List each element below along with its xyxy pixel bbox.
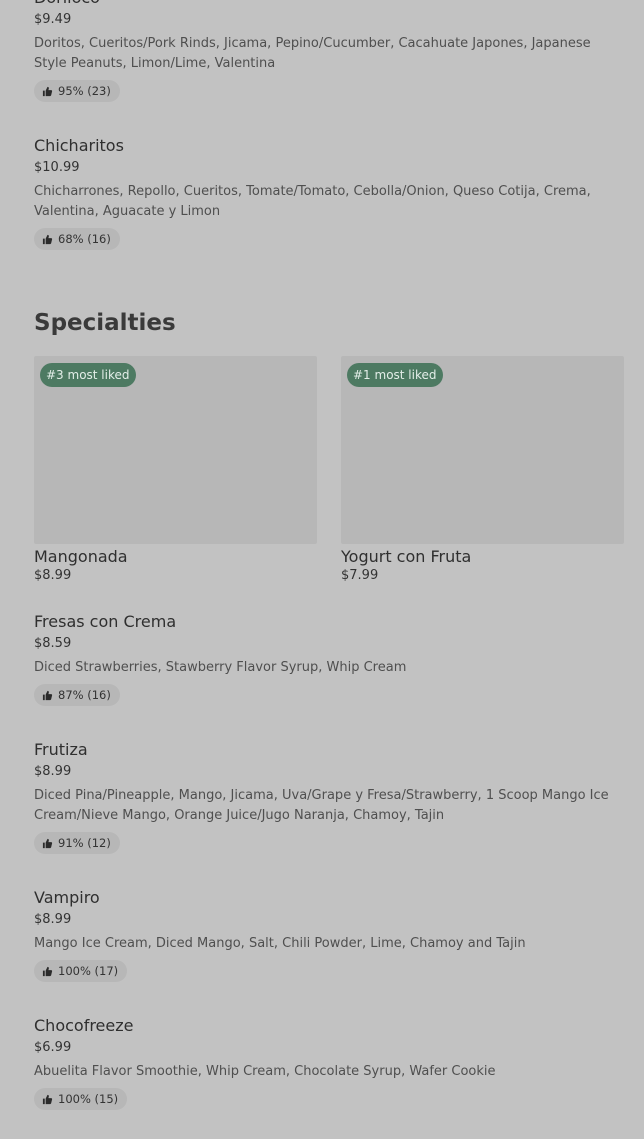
- rating-pill: 95% (23): [34, 80, 120, 102]
- thumbs-up-icon: [42, 690, 53, 700]
- rating-pill: 91% (12): [34, 832, 120, 854]
- featured-card-mangonada[interactable]: #3 most liked Mangonada $8.99: [34, 356, 317, 584]
- item-name: Chocofreeze: [34, 1016, 134, 1035]
- rating-text: 100% (17): [58, 964, 119, 978]
- rating-text: 87% (16): [58, 688, 111, 702]
- item-name: Mangonada: [34, 547, 128, 566]
- section-title: Specialties: [34, 310, 176, 336]
- thumbs-up-icon: [42, 86, 53, 96]
- item-description: Abuelita Flavor Smoothie, Whip Cream, Ch…: [34, 1064, 496, 1079]
- item-name: Fresas con Crema: [34, 612, 177, 631]
- menu-item-vampiro[interactable]: Vampiro $8.99 Mango Ice Cream, Diced Man…: [34, 888, 614, 982]
- item-price: $8.99: [34, 764, 72, 779]
- item-price: $6.99: [34, 1040, 72, 1055]
- item-price: $9.49: [34, 12, 72, 27]
- menu-item-fresas-con-crema[interactable]: Fresas con Crema $8.59 Diced Strawberrie…: [34, 612, 614, 706]
- thumbs-up-icon: [42, 838, 53, 848]
- item-description: Mango Ice Cream, Diced Mango, Salt, Chil…: [34, 936, 526, 951]
- item-price: $8.99: [34, 912, 72, 927]
- rating-pill: 68% (16): [34, 228, 120, 250]
- item-name: Yogurt con Fruta: [341, 547, 472, 566]
- item-description: Diced Strawberries, Stawberry Flavor Syr…: [34, 660, 407, 675]
- item-name: Frutiza: [34, 740, 88, 759]
- item-image-placeholder: #3 most liked: [34, 356, 317, 544]
- rating-text: 100% (15): [58, 1092, 119, 1106]
- item-image-placeholder: #1 most liked: [341, 356, 624, 544]
- thumbs-up-icon: [42, 1094, 53, 1104]
- rating-pill: 100% (15): [34, 1088, 128, 1110]
- item-price: $8.99: [34, 568, 72, 583]
- thumbs-up-icon: [42, 966, 53, 976]
- item-description: Diced Pina/Pineapple, Mango, Jicama, Uva…: [34, 788, 609, 823]
- item-price: $8.59: [34, 636, 72, 651]
- menu-item-frutiza[interactable]: Frutiza $8.99 Diced Pina/Pineapple, Mang…: [34, 740, 614, 854]
- menu-item-chocofreeze[interactable]: Chocofreeze $6.99 Abuelita Flavor Smooth…: [34, 1016, 614, 1110]
- item-name: Vampiro: [34, 888, 100, 907]
- rating-text: 91% (12): [58, 836, 111, 850]
- rating-pill: 87% (16): [34, 684, 120, 706]
- item-price: $10.99: [34, 160, 80, 175]
- item-description: Doritos, Cueritos/Pork Rinds, Jicama, Pe…: [34, 36, 591, 71]
- featured-card-yogurt-con-fruta[interactable]: #1 most liked Yogurt con Fruta $7.99: [341, 356, 624, 584]
- menu-item-doriloco[interactable]: Doriloco $9.49 Doritos, Cueritos/Pork Ri…: [34, 0, 614, 102]
- item-name: Chicharitos: [34, 136, 124, 155]
- item-price: $7.99: [341, 568, 379, 583]
- most-liked-badge: #1 most liked: [347, 363, 443, 387]
- rating-text: 68% (16): [58, 232, 111, 246]
- most-liked-badge: #3 most liked: [40, 363, 136, 387]
- item-name: Doriloco: [34, 0, 614, 8]
- thumbs-up-icon: [42, 234, 53, 244]
- menu-item-chicharitos[interactable]: Chicharitos $10.99 Chicharrones, Repollo…: [34, 136, 614, 250]
- rating-text: 95% (23): [58, 84, 111, 98]
- item-description: Chicharrones, Repollo, Cueritos, Tomate/…: [34, 184, 591, 219]
- rating-pill: 100% (17): [34, 960, 128, 982]
